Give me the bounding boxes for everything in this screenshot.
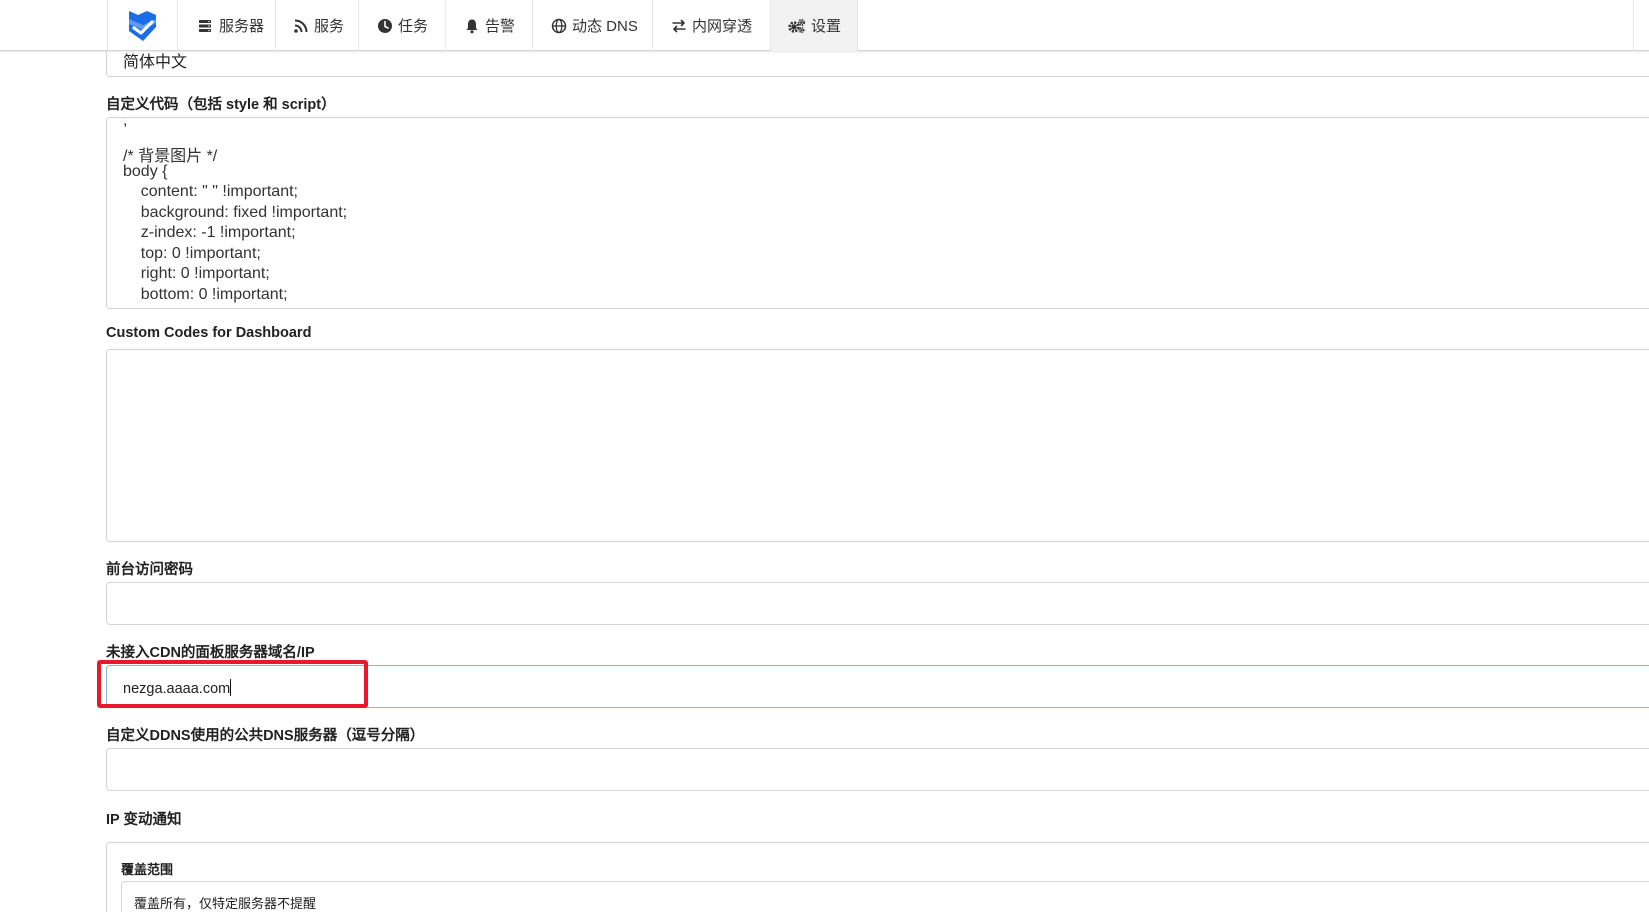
dns-servers-label: 自定义DDNS使用的公共DNS服务器（逗号分隔） xyxy=(106,728,425,744)
code-line: z-index: -1 !important; xyxy=(123,224,296,241)
top-navbar: 服务器 服务 任务 告警 动态 DNS 内网穿透 设置 xyxy=(0,0,1649,51)
nav-item-alerts[interactable]: 告警 xyxy=(446,0,533,51)
code-line: bottom: 0 !important; xyxy=(123,286,288,303)
code-line: top: 0 !important; xyxy=(123,245,261,262)
nav-label-ddns: 动态 DNS xyxy=(572,18,638,35)
custom-code-label: 自定义代码（包括 style 和 script） xyxy=(106,97,336,113)
dashboard-code-label: Custom Codes for Dashboard xyxy=(106,325,312,341)
bell-icon xyxy=(466,19,478,33)
language-select-value: 简体中文 xyxy=(123,54,188,71)
globe-icon xyxy=(551,18,567,33)
nav-item-ddns[interactable]: 动态 DNS xyxy=(533,0,653,51)
cogs-icon xyxy=(788,18,806,33)
scope-select-value: 覆盖所有，仅特定服务器不提醒 xyxy=(134,896,317,911)
server-icon xyxy=(199,19,211,32)
navbar-right-divider xyxy=(1633,0,1634,51)
nav-label-tunnel: 内网穿透 xyxy=(692,18,753,35)
nav-item-servers[interactable]: 服务器 xyxy=(178,0,276,51)
dns-servers-input[interactable] xyxy=(106,748,1649,791)
dashboard-code-textarea[interactable] xyxy=(106,349,1649,542)
nav-label-tasks: 任务 xyxy=(398,18,429,35)
code-line: background: fixed !important; xyxy=(123,204,348,221)
nav-item-tunnel[interactable]: 内网穿透 xyxy=(653,0,771,51)
rss-icon xyxy=(294,19,308,33)
custom-code-textarea[interactable]: ; /* 背景图片 */ body { content: " " !import… xyxy=(106,117,1649,309)
access-password-label: 前台访问密码 xyxy=(106,562,193,578)
ip-notify-section: 覆盖范围 覆盖所有，仅特定服务器不提醒 xyxy=(106,842,1649,912)
nav-item-settings[interactable]: 设置 xyxy=(771,0,858,51)
main-nav: 服务器 服务 任务 告警 动态 DNS 内网穿透 设置 xyxy=(107,0,858,51)
code-line: right: 0 !important; xyxy=(123,265,270,282)
annotation-highlight-box xyxy=(97,660,368,708)
domain-label: 未接入CDN的面板服务器域名/IP xyxy=(106,645,315,661)
nav-label-servers: 服务器 xyxy=(219,18,265,35)
nav-label-alerts: 告警 xyxy=(485,18,516,35)
nav-label-services: 服务 xyxy=(314,18,345,35)
scope-label: 覆盖范围 xyxy=(121,862,174,877)
code-line: body { xyxy=(123,163,168,180)
scope-select[interactable]: 覆盖所有，仅特定服务器不提醒 xyxy=(121,881,1649,912)
brand-logo[interactable] xyxy=(108,0,178,51)
nav-item-services[interactable]: 服务 xyxy=(276,0,359,51)
exchange-icon xyxy=(672,18,686,33)
ip-notify-label: IP 变动通知 xyxy=(106,812,182,828)
access-password-input[interactable] xyxy=(106,582,1649,625)
shield-logo-icon xyxy=(128,10,156,41)
code-line: content: " " !important; xyxy=(123,183,298,200)
nav-item-tasks[interactable]: 任务 xyxy=(359,0,446,51)
code-line-partial: ; xyxy=(123,117,128,129)
settings-form: 简体中文 自定义代码（包括 style 和 script） ; /* 背景图片 … xyxy=(0,0,1649,912)
nav-label-settings: 设置 xyxy=(811,18,842,35)
clock-icon xyxy=(378,18,392,33)
